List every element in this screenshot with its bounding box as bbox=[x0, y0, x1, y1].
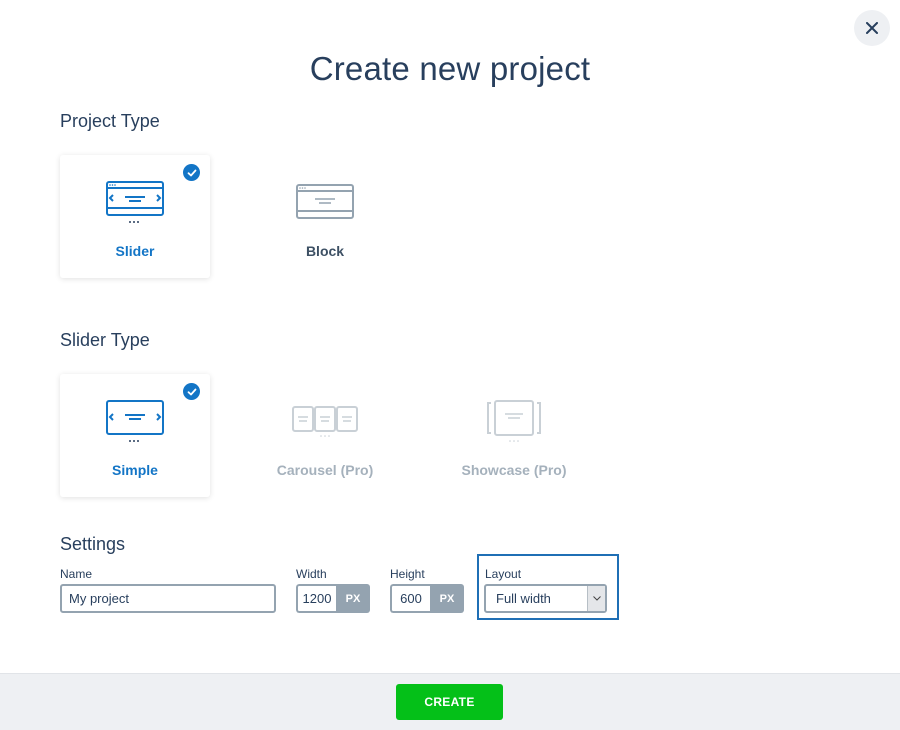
project-type-slider[interactable]: Slider bbox=[60, 155, 210, 278]
checkmark-icon bbox=[183, 383, 200, 400]
width-unit: PX bbox=[336, 584, 370, 613]
layout-selected-value: Full width bbox=[496, 591, 551, 606]
chevron-down-icon[interactable] bbox=[587, 586, 605, 611]
close-icon bbox=[866, 22, 878, 34]
project-type-slider-label: Slider bbox=[115, 243, 155, 259]
carousel-icon bbox=[292, 406, 358, 437]
slider-type-carousel[interactable]: Carousel (Pro) bbox=[250, 374, 400, 497]
slider-icon bbox=[106, 181, 164, 223]
layout-label: Layout bbox=[485, 567, 522, 581]
height-input[interactable]: 600 bbox=[390, 584, 430, 613]
width-input[interactable]: 1200 bbox=[296, 584, 336, 613]
checkmark-icon bbox=[183, 164, 200, 181]
project-type-block-label: Block bbox=[305, 243, 345, 259]
height-label: Height bbox=[390, 567, 425, 581]
name-input[interactable]: My project bbox=[60, 584, 276, 613]
project-type-heading: Project Type bbox=[60, 111, 160, 131]
slider-type-simple[interactable]: Simple bbox=[60, 374, 210, 497]
block-icon bbox=[296, 184, 354, 219]
showcase-icon bbox=[487, 400, 541, 442]
layout-select[interactable]: Full width bbox=[484, 584, 607, 613]
slider-type-simple-label: Simple bbox=[112, 462, 158, 478]
slider-type-heading: Slider Type bbox=[60, 330, 150, 350]
simple-slider-icon bbox=[106, 400, 164, 442]
close-button[interactable] bbox=[854, 10, 890, 46]
slider-type-showcase[interactable]: Showcase (Pro) bbox=[439, 374, 589, 497]
height-field: 600 PX bbox=[390, 584, 464, 613]
width-field: 1200 PX bbox=[296, 584, 370, 613]
project-type-block[interactable]: Block bbox=[250, 155, 400, 278]
create-project-dialog: Create new project Project Type Slider B… bbox=[0, 0, 900, 730]
slider-type-carousel-label: Carousel (Pro) bbox=[276, 462, 374, 478]
settings-heading: Settings bbox=[60, 534, 126, 554]
create-button[interactable]: CREATE bbox=[396, 684, 503, 720]
width-label: Width bbox=[296, 567, 327, 581]
height-unit: PX bbox=[430, 584, 464, 613]
dialog-title: Create new project bbox=[309, 50, 591, 87]
slider-type-showcase-label: Showcase (Pro) bbox=[461, 462, 567, 478]
name-label: Name bbox=[60, 567, 93, 581]
